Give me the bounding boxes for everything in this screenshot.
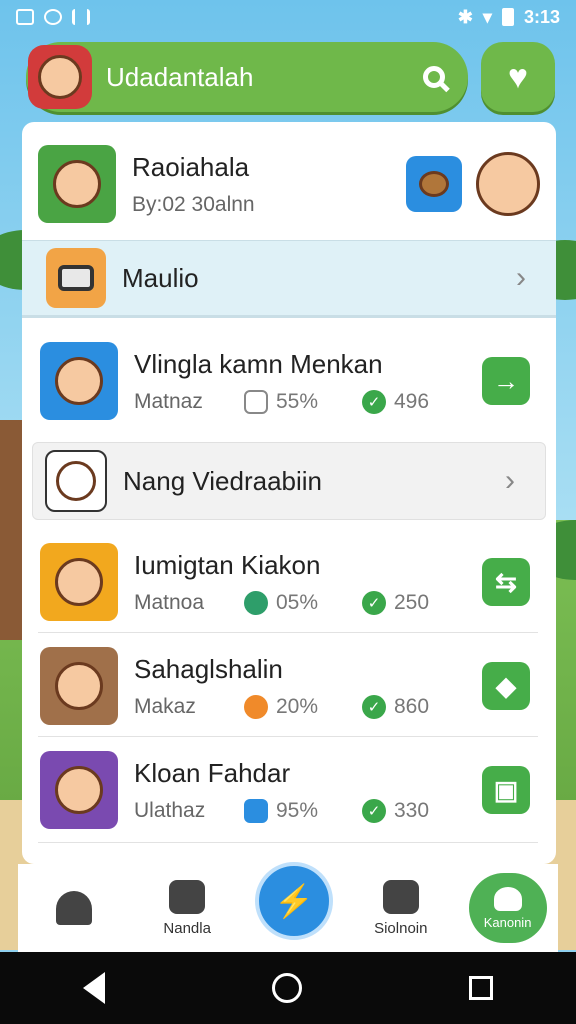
list-item-stat: 330 xyxy=(394,798,430,822)
system-nav-bar xyxy=(0,952,576,1024)
search-button[interactable] xyxy=(410,53,458,101)
gallery-icon xyxy=(16,9,34,25)
nav-item-nandla[interactable]: Nandla xyxy=(142,879,232,937)
progress-icon xyxy=(244,590,268,615)
list-item-subtitle: By:02 30alnn xyxy=(132,192,255,216)
list-item-name: Iumigtan Kiakon xyxy=(134,549,321,580)
list-item-meta: Ulathaz xyxy=(134,798,206,822)
action-button[interactable]: ▣ xyxy=(482,766,530,814)
list-item[interactable]: Nang Viedraabiin › xyxy=(32,442,546,520)
check-icon: ✓ xyxy=(362,694,386,719)
list-item-thumbnail xyxy=(40,342,118,420)
list-item-name: Nang Viedraabiin xyxy=(123,465,322,496)
avatar[interactable] xyxy=(28,45,92,109)
pet-icon[interactable] xyxy=(406,156,462,212)
notification-icon xyxy=(44,9,62,25)
list-item-stat: 20% xyxy=(276,694,319,718)
check-icon: ✓ xyxy=(362,590,386,615)
nav-label: Nandla xyxy=(163,919,211,937)
nav-home[interactable] xyxy=(29,891,119,925)
favorites-button[interactable]: ♥ xyxy=(481,42,555,112)
nav-item-kanonin[interactable]: Kanonin xyxy=(468,873,547,943)
list-item-name: Maulio xyxy=(122,262,199,293)
recents-icon[interactable] xyxy=(468,976,493,1000)
pen-icon xyxy=(169,879,206,914)
list-item-thumbnail xyxy=(40,647,118,725)
list-item-stat: 496 xyxy=(394,389,430,413)
battery-icon xyxy=(501,8,514,26)
progress-icon xyxy=(244,389,268,414)
status-time: 3:13 xyxy=(523,6,560,27)
shirt-icon xyxy=(382,879,419,914)
list-item-stat: 05% xyxy=(276,590,319,614)
camera-icon xyxy=(46,248,106,308)
check-icon: ✓ xyxy=(362,798,386,823)
profile-icon xyxy=(493,886,522,911)
list-item-stat: 55% xyxy=(276,389,319,413)
back-icon[interactable] xyxy=(83,972,106,1004)
list-item[interactable]: Vlingla kamn Menkan Matnaz 55% ✓ 496 → xyxy=(22,336,556,426)
list-item-stat: 860 xyxy=(394,694,430,718)
search-icon xyxy=(423,66,445,88)
nav-label: Siolnoin xyxy=(374,919,428,937)
bottom-nav: Nandla ⚡ Siolnoin Kanonin xyxy=(18,862,558,952)
progress-icon xyxy=(244,694,268,719)
progress-icon xyxy=(244,798,268,823)
list-item-name: Sahaglshalin xyxy=(134,653,283,684)
list-panel: Raoiahala By:02 30alnn Maulio › Vlingla … xyxy=(22,122,556,864)
list-item-thumbnail xyxy=(38,145,116,223)
list-item-thumbnail xyxy=(45,450,107,512)
signal-bars-icon xyxy=(72,9,90,25)
check-icon: ✓ xyxy=(362,389,386,414)
heart-icon: ♥ xyxy=(507,57,529,96)
list-item-highlight[interactable]: Maulio › xyxy=(22,240,556,318)
list-item-thumbnail xyxy=(40,751,118,829)
list-item-meta: Matnaz xyxy=(134,389,203,413)
go-button[interactable]: → xyxy=(482,357,530,405)
home-icon[interactable] xyxy=(271,973,302,1003)
list-item-meta: Makaz xyxy=(134,694,196,718)
action-button[interactable]: ◆ xyxy=(482,662,530,710)
bolt-icon: ⚡ xyxy=(274,883,314,919)
list-item-name: Raoiahala xyxy=(132,151,250,182)
list-item-stat: 95% xyxy=(276,798,319,822)
list-item-name: Vlingla kamn Menkan xyxy=(134,348,383,379)
headphones-icon xyxy=(56,891,93,925)
list-item-meta: Matnoa xyxy=(134,590,205,614)
top-bar: Udadantalah xyxy=(26,42,468,112)
chevron-right-icon: › xyxy=(505,464,515,497)
featured-item[interactable]: Raoiahala By:02 30alnn xyxy=(22,134,556,234)
chevron-right-icon: › xyxy=(516,261,526,294)
page-title: Udadantalah xyxy=(106,61,254,92)
nav-center-button[interactable]: ⚡ xyxy=(254,862,333,940)
character-avatar xyxy=(476,152,540,216)
list-item-name: Kloan Fahdar xyxy=(134,757,291,788)
list-item-stat: 250 xyxy=(394,590,430,614)
list-item-thumbnail xyxy=(40,543,118,621)
list-item[interactable]: Kloan Fahdar Ulathaz 95% ✓ 330 ▣ xyxy=(22,744,556,836)
nav-item-siolnoin[interactable]: Siolnoin xyxy=(356,879,446,937)
nav-label: Kanonin xyxy=(483,914,532,930)
action-button[interactable]: ⇆ xyxy=(482,558,530,606)
list-item[interactable]: Sahaglshalin Makaz 20% ✓ 860 ◆ xyxy=(22,640,556,732)
bluetooth-icon: ✱ xyxy=(457,6,473,27)
wifi-icon: ▾ xyxy=(482,6,492,27)
status-bar: ✱ ▾ 3:13 xyxy=(0,0,576,34)
list-item[interactable]: Iumigtan Kiakon Matnoa 05% ✓ 250 ⇆ xyxy=(22,536,556,628)
